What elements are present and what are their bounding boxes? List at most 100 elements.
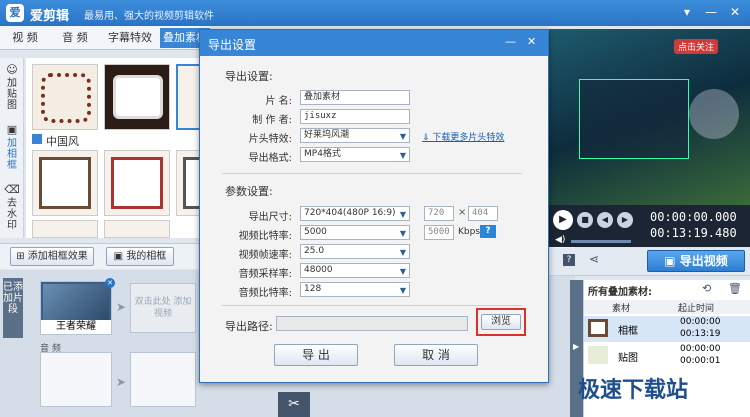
play-icon[interactable]: ▶ — [553, 210, 573, 230]
materials-title: 所有叠加素材: — [588, 287, 652, 298]
frame-gallery: 中国风 — [26, 58, 216, 238]
next-frame-icon[interactable]: ▶ — [617, 212, 633, 228]
divider — [222, 305, 522, 306]
overlay-side-nav: ☺ 加贴图 ▣ 加相框 ⌫ 去水印 — [0, 58, 24, 238]
clip-label: 王者荣耀 — [41, 320, 111, 334]
frame-thumb[interactable] — [104, 150, 170, 216]
export-settings-dialog: 导出设置 — ✕ 导出设置: 片 名: 叠加素材 制 作 者: jisuxz 片… — [199, 29, 549, 383]
menu-button[interactable]: ▾ — [678, 4, 696, 20]
vbitrate-unit: Kbps — [458, 227, 481, 237]
material-end: 00:00:01 — [680, 356, 721, 366]
sticker-thumb-icon — [588, 346, 608, 364]
my-frames-button[interactable]: ▣ 我的相框 — [106, 247, 174, 266]
sticker-icon: ☺ — [6, 63, 18, 76]
title-bar: 爱 爱剪辑 最易用、强大的视频剪辑软件 ▾ — ✕ — [0, 0, 750, 26]
material-end: 00:13:19 — [680, 329, 721, 339]
params-section-title: 参数设置: — [225, 185, 273, 198]
material-start: 00:00:00 — [680, 344, 721, 354]
intro-select[interactable]: 好莱坞风潮 ▼ — [300, 128, 410, 143]
dialog-close-icon[interactable]: ✕ — [527, 35, 536, 48]
add-frame-effect-button[interactable]: ⊞ 添加相框效果 — [10, 247, 94, 266]
prev-frame-icon[interactable]: ◀ — [597, 212, 613, 228]
add-video-slot[interactable]: 双击此处 添加视频 — [130, 283, 196, 333]
follow-overlay: 点击关注 — [674, 39, 719, 54]
stop-icon[interactable]: ■ — [577, 212, 593, 228]
dropdown-arrow-icon: ▼ — [399, 132, 406, 141]
intro-value: 好莱坞风潮 — [304, 130, 350, 140]
tab-subtitles[interactable]: 字幕特效 — [104, 28, 156, 48]
size-separator: × — [458, 207, 467, 218]
export-section-title: 导出设置: — [225, 70, 273, 83]
dropdown-arrow-icon: ▼ — [399, 210, 406, 219]
nav-stickers[interactable]: 加贴图 — [4, 78, 20, 111]
vbitrate-custom-field[interactable]: 5000 — [424, 225, 454, 240]
help-icon[interactable]: ? — [563, 254, 575, 266]
film-name-field[interactable]: 叠加素材 — [300, 90, 410, 105]
arrow-icon: ➤ — [116, 300, 127, 314]
volume-slider[interactable] — [571, 240, 631, 243]
site-watermark: 极速下载站 — [578, 378, 689, 403]
frame-thumb[interactable] — [32, 64, 98, 130]
audio-slot[interactable] — [40, 352, 112, 407]
dialog-title: 导出设置 — [208, 38, 257, 52]
added-clips-label: 已添加片段 — [3, 278, 23, 338]
help-icon[interactable]: ? — [480, 225, 496, 238]
divider — [222, 173, 522, 174]
material-row[interactable]: 贴图 00:00:00 00:00:01 — [584, 343, 750, 369]
framerate-select[interactable]: 25.0 ▼ — [300, 244, 410, 259]
volume-icon[interactable]: ◀) — [555, 235, 565, 245]
export-button[interactable]: 导 出 — [274, 344, 358, 366]
materials-header: 素材 起止时间 — [584, 300, 750, 314]
film-name-label: 片 名: — [265, 96, 292, 107]
path-field[interactable] — [276, 316, 468, 331]
author-field[interactable]: jisuxz — [300, 109, 410, 124]
frame-thumb[interactable] — [32, 220, 98, 238]
nav-watermark[interactable]: 去水印 — [4, 198, 20, 231]
chevron-right-icon: ▶ — [573, 342, 580, 351]
abitrate-label: 音频比特率: — [238, 288, 292, 299]
frame-icon: ▣ — [113, 251, 127, 262]
tab-video[interactable]: 视 频 — [4, 28, 46, 48]
export-video-label: 导出视频 — [679, 254, 728, 268]
materials-panel: 所有叠加素材: ⟲ 🗑 素材 起止时间 相框 00:00:00 00:13:19… — [578, 280, 750, 417]
close-button[interactable]: ✕ — [726, 4, 744, 20]
dropdown-arrow-icon: ▼ — [399, 267, 406, 276]
refresh-icon[interactable]: ⟲ — [702, 282, 711, 295]
height-field[interactable]: 404 — [468, 206, 498, 221]
share-icon[interactable]: ⋖ — [589, 252, 599, 266]
size-value: 720*404(480P 16:9) — [304, 208, 396, 218]
download-intro-link[interactable]: ⇓ 下载更多片头特效 — [422, 130, 504, 143]
browse-button[interactable]: 浏览 — [481, 314, 521, 330]
browse-highlight: 浏览 — [476, 308, 526, 336]
width-field[interactable]: 720 — [424, 206, 454, 221]
minimize-button[interactable]: — — [702, 4, 720, 20]
scissors-icon[interactable]: ✂ — [278, 392, 310, 417]
audio-slot[interactable] — [130, 352, 196, 407]
trash-icon[interactable]: 🗑 — [728, 282, 742, 295]
dropdown-arrow-icon: ▼ — [399, 151, 406, 160]
remove-clip-icon[interactable]: ✕ — [105, 278, 115, 288]
abitrate-select[interactable]: 128 ▼ — [300, 282, 410, 297]
export-icon: ▣ — [664, 254, 680, 268]
frame-icon: ▣ — [6, 123, 18, 136]
total-time: 00:13:19.480 — [650, 226, 737, 240]
dialog-minimize-icon[interactable]: — — [505, 35, 516, 48]
dropdown-arrow-icon: ▼ — [399, 229, 406, 238]
video-clip[interactable]: ✕ 王者荣耀 — [40, 278, 115, 335]
format-value: MP4格式 — [304, 149, 341, 159]
frame-thumb[interactable] — [104, 220, 170, 238]
tab-audio[interactable]: 音 频 — [54, 28, 96, 48]
vbitrate-select[interactable]: 5000 ▼ — [300, 225, 410, 240]
size-select[interactable]: 720*404(480P 16:9) ▼ — [300, 206, 410, 221]
frame-thumb[interactable] — [32, 150, 98, 216]
frame-thumb[interactable] — [104, 64, 170, 130]
format-select[interactable]: MP4格式 ▼ — [300, 147, 410, 162]
samplerate-value: 48000 — [304, 265, 333, 275]
nav-frames[interactable]: 加相框 — [4, 138, 20, 171]
cancel-button[interactable]: 取 消 — [394, 344, 478, 366]
material-row[interactable]: 相框 00:00:00 00:13:19 — [584, 316, 750, 342]
material-name: 相框 — [618, 326, 638, 337]
video-preview[interactable]: 点击关注 — [549, 29, 750, 205]
export-video-button[interactable]: ▣ 导出视频 — [647, 250, 745, 272]
samplerate-select[interactable]: 48000 ▼ — [300, 263, 410, 278]
